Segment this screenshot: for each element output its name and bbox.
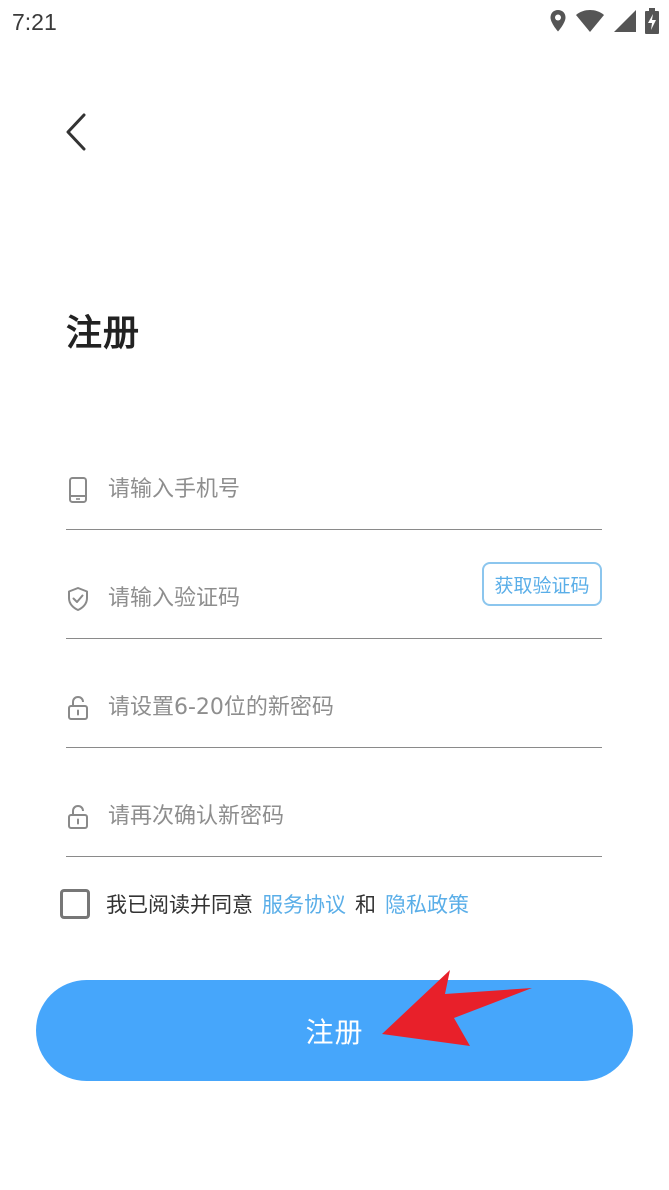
status-bar: 7:21 [0,0,669,48]
confirm-password-input[interactable] [108,794,508,838]
phone-icon [66,476,90,504]
get-code-button[interactable]: 获取验证码 [482,562,602,606]
agreement-checkbox[interactable] [60,889,90,919]
new-password-field [66,675,602,748]
wifi-icon [575,9,605,37]
battery-charging-icon [645,8,659,38]
verification-code-field: 获取验证码 [66,562,602,639]
shield-icon [66,585,90,613]
lock-icon [66,694,90,722]
phone-input[interactable] [108,467,508,511]
agreement-and-text: 和 [355,893,376,917]
location-icon [549,9,567,37]
status-icons [549,8,659,38]
verification-code-input[interactable] [108,576,428,620]
agreement-text: 我已阅读并同意 [106,893,253,917]
back-button[interactable] [52,106,100,162]
signal-icon [613,9,637,37]
phone-field [66,457,602,530]
privacy-policy-link[interactable]: 隐私政策 [385,889,469,919]
new-password-input[interactable] [108,685,508,729]
agreement-row: 我已阅读并同意 服务协议 和 隐私政策 [60,886,478,922]
status-time: 7:21 [12,9,57,35]
lock-icon [66,803,90,831]
confirm-password-field [66,784,602,857]
chevron-left-icon [64,113,88,155]
register-button[interactable]: 注册 [36,980,633,1081]
service-agreement-link[interactable]: 服务协议 [262,889,346,919]
page-title: 注册 [66,313,141,354]
